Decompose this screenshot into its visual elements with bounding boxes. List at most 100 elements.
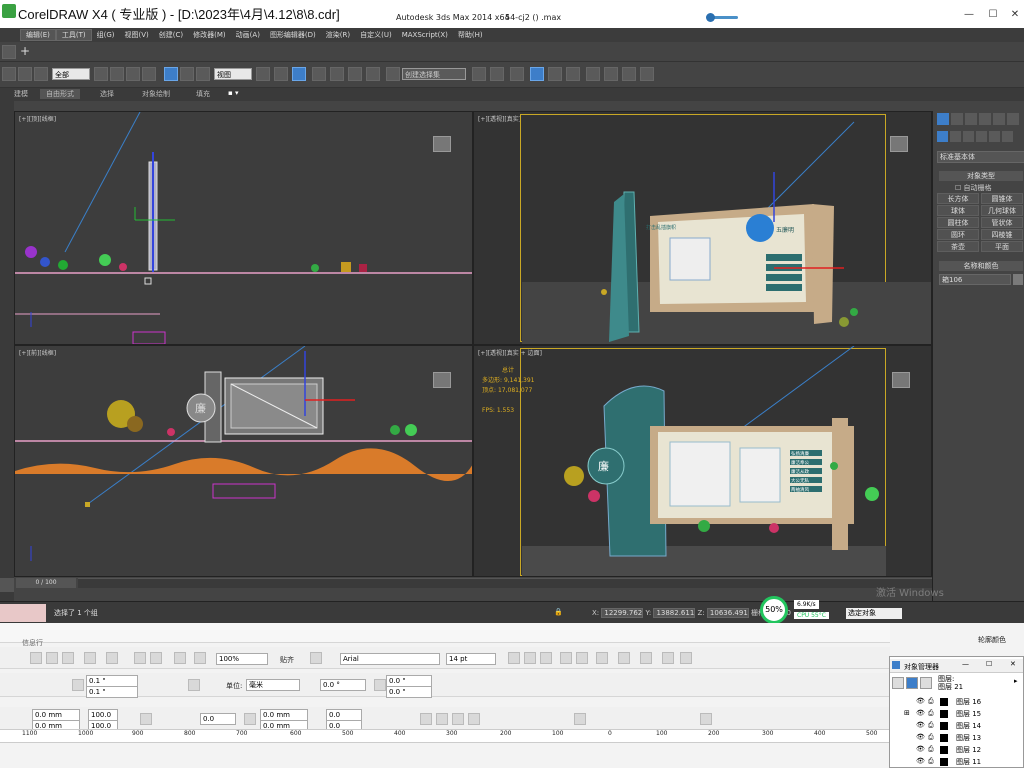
align-left-icon[interactable]: [560, 652, 572, 664]
cut-icon[interactable]: [46, 652, 58, 664]
flyout-arrow-icon[interactable]: ▸: [1014, 677, 1018, 685]
import-icon[interactable]: [134, 652, 146, 664]
spacewarps-icon[interactable]: [1002, 131, 1013, 142]
sphere-button[interactable]: 球体: [937, 205, 979, 216]
tab-freeform[interactable]: 自由形式: [40, 89, 80, 99]
mirror-icon[interactable]: [472, 67, 486, 81]
print-icon[interactable]: ⎙: [928, 697, 934, 706]
eye-icon[interactable]: 👁: [916, 709, 925, 717]
menu-create[interactable]: 创建(C): [154, 30, 188, 40]
curve-editor-icon[interactable]: [548, 67, 562, 81]
window-crossing-icon[interactable]: [142, 67, 156, 81]
bind-spacewarp-icon[interactable]: [34, 67, 48, 81]
trash-icon[interactable]: [574, 713, 586, 725]
to-back-icon[interactable]: [452, 713, 464, 725]
select-scale-icon[interactable]: [196, 67, 210, 81]
maximize-icon[interactable]: ☐: [986, 8, 1000, 22]
align-center-icon[interactable]: [576, 652, 588, 664]
panel-maximize-icon[interactable]: ☐: [986, 660, 992, 668]
tab-modeling[interactable]: 建模: [14, 89, 28, 99]
render-setup-icon[interactable]: [604, 67, 618, 81]
selection-filter-dropdown[interactable]: 全部: [52, 68, 90, 80]
duplicate-y[interactable]: 0.0 ": [386, 686, 432, 698]
menu-modifiers[interactable]: 修改器(M): [188, 30, 231, 40]
reference-coord-dropdown[interactable]: 视图: [214, 68, 252, 80]
copy-icon[interactable]: [30, 652, 42, 664]
rotation-field[interactable]: 0.0: [200, 713, 236, 725]
graphite-toggle-icon[interactable]: [530, 67, 544, 81]
pyramid-button[interactable]: 四棱锥: [981, 229, 1023, 240]
create-tab-icon[interactable]: [937, 113, 949, 125]
text-format-icon[interactable]: [618, 652, 630, 664]
tab-object-paint[interactable]: 对象绘制: [142, 89, 170, 99]
eye-icon[interactable]: 👁: [916, 721, 925, 729]
mirror-icon[interactable]: [244, 713, 256, 725]
layer-manager-icon[interactable]: [510, 67, 524, 81]
rect-selection-icon[interactable]: [126, 67, 140, 81]
application-launcher-icon[interactable]: [174, 652, 186, 664]
geosphere-button[interactable]: 几何球体: [981, 205, 1023, 216]
eye-icon[interactable]: 👁: [916, 733, 925, 741]
layer-row[interactable]: 👁 ⎙ 图层 14: [890, 721, 1023, 733]
to-front-icon[interactable]: [436, 713, 448, 725]
wrap-text-icon[interactable]: [420, 713, 432, 725]
tube-button[interactable]: 管状体: [981, 217, 1023, 228]
viewport-top[interactable]: [+][顶][线框]: [14, 111, 473, 345]
autogrid-checkbox[interactable]: ☐ 自动栅格: [955, 183, 992, 193]
eye-icon[interactable]: 👁: [916, 745, 925, 753]
tab-selection[interactable]: 选择: [100, 89, 114, 99]
schematic-view-icon[interactable]: [566, 67, 580, 81]
group-icon[interactable]: [700, 713, 712, 725]
selection-mode-dropdown[interactable]: 选定对象: [846, 608, 902, 619]
nudge-icon[interactable]: [72, 679, 84, 691]
bold-icon[interactable]: [508, 652, 520, 664]
horizontal-text-icon[interactable]: [662, 652, 674, 664]
layer-row[interactable]: 👁 ⎙ 图层 13: [890, 733, 1023, 745]
italic-icon[interactable]: [524, 652, 536, 664]
named-selection-set[interactable]: 创建选择集: [402, 68, 466, 80]
helpers-icon[interactable]: [989, 131, 1000, 142]
undo-icon[interactable]: [2, 45, 16, 59]
z-coordinate[interactable]: 10636.491: [706, 608, 749, 618]
select-manipulate-icon[interactable]: [274, 67, 288, 81]
render-teapot-icon[interactable]: [640, 67, 654, 81]
maxscript-listener[interactable]: [0, 604, 46, 622]
torus-button[interactable]: 圆环: [937, 229, 979, 240]
panel-close-icon[interactable]: ✕: [1010, 660, 1016, 668]
snap-to-dropdown[interactable]: 贴齐: [280, 655, 294, 665]
menu-group[interactable]: 组(G): [92, 30, 120, 40]
cone-button[interactable]: 圆锥体: [981, 193, 1023, 204]
redo-icon[interactable]: [106, 652, 118, 664]
angle-snap-icon[interactable]: [330, 67, 344, 81]
cameras-icon[interactable]: [976, 131, 987, 142]
edit-named-selection-icon[interactable]: [386, 67, 400, 81]
layer-manager-view-icon[interactable]: [920, 677, 932, 689]
percent-snap-icon[interactable]: [348, 67, 362, 81]
undo-icon[interactable]: [84, 652, 96, 664]
viewport-perspective-2[interactable]: [+][透视][真实 + 边面] 总计 多边形: 9,141,391 顶点: 1…: [473, 345, 932, 577]
options-icon[interactable]: [310, 652, 322, 664]
layer-row[interactable]: 👁 ⎙ 图层 11: [890, 757, 1023, 768]
object-color-swatch[interactable]: [1013, 274, 1023, 285]
menu-rendering[interactable]: 渲染(R): [321, 30, 355, 40]
edit-text-icon[interactable]: [640, 652, 652, 664]
slider-knob[interactable]: [706, 13, 715, 22]
rendered-frame-icon[interactable]: [622, 67, 636, 81]
motion-tab-icon[interactable]: [979, 113, 991, 125]
zoom-level-dropdown[interactable]: 100%: [216, 653, 268, 665]
shapes-icon[interactable]: [950, 131, 961, 142]
viewport-nav-controls[interactable]: [970, 606, 1020, 618]
primitive-type-dropdown[interactable]: 标准基本体: [937, 151, 1024, 163]
print-icon[interactable]: ⎙: [928, 721, 934, 730]
page-orientation-icon[interactable]: [188, 679, 200, 691]
close-icon[interactable]: ✕: [1008, 8, 1022, 22]
x-coordinate[interactable]: 12299.762: [601, 608, 644, 618]
object-name-field[interactable]: 箱106: [939, 274, 1011, 285]
print-icon[interactable]: ⎙: [928, 745, 934, 754]
edit-across-layers-icon[interactable]: [906, 677, 918, 689]
ribbon-options-icon[interactable]: ▪ ▾: [228, 89, 238, 97]
units-dropdown[interactable]: 毫米: [246, 679, 300, 691]
angle-field[interactable]: 0.0 °: [320, 679, 366, 691]
print-icon[interactable]: ⎙: [928, 733, 934, 742]
menu-view[interactable]: 视图(V): [120, 30, 154, 40]
